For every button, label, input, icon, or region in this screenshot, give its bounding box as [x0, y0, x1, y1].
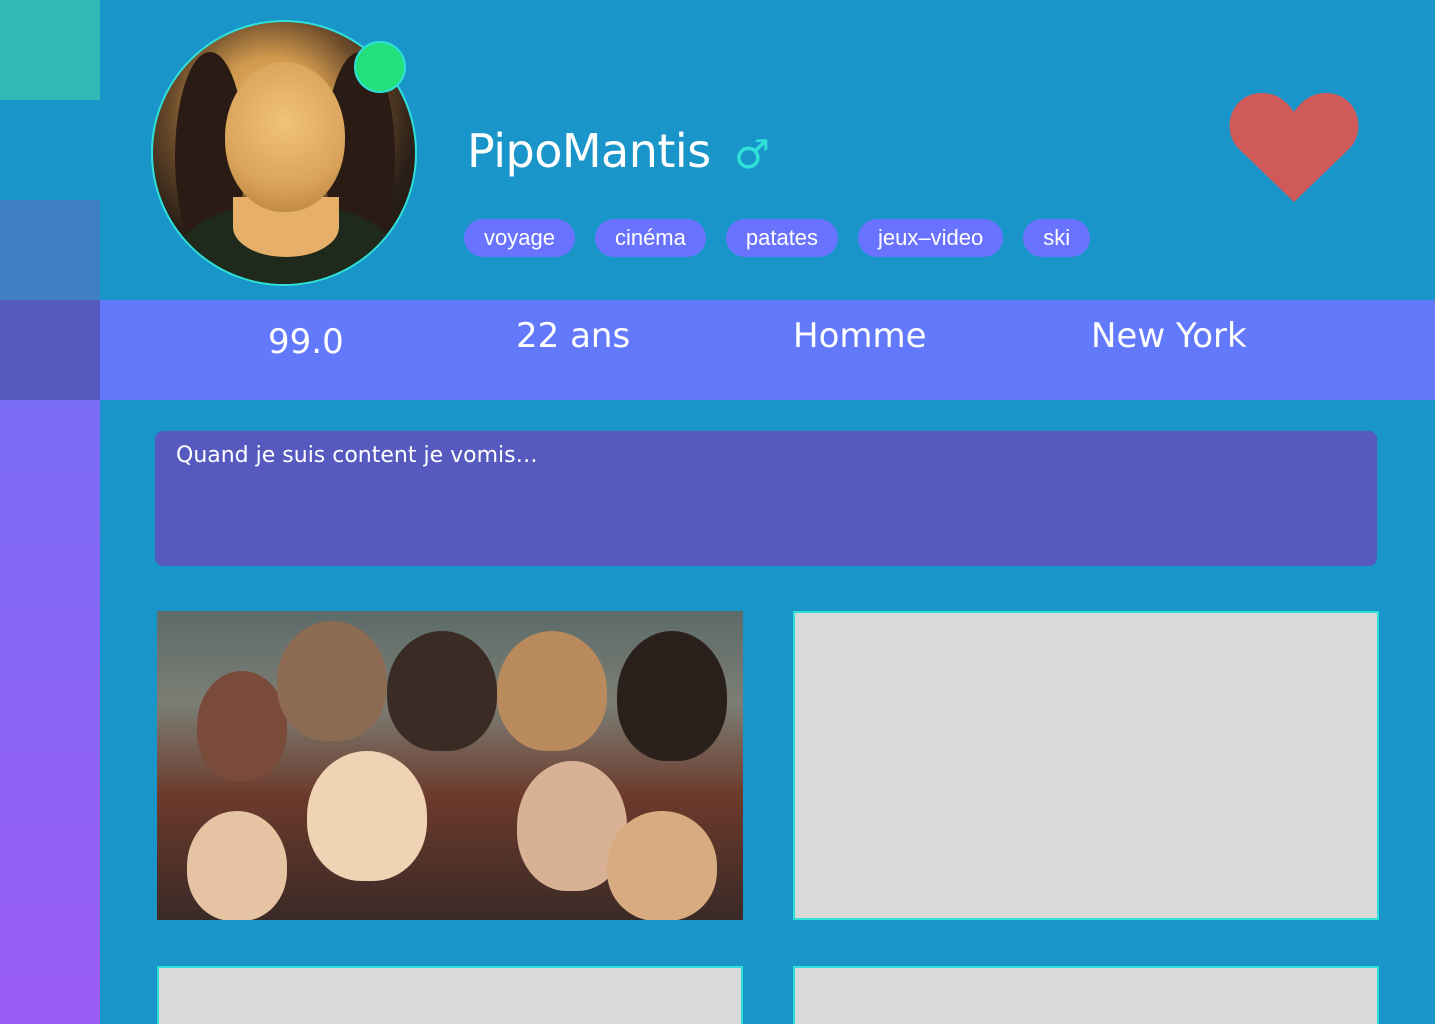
avatar-face — [225, 62, 345, 212]
tag[interactable]: ski — [1023, 219, 1091, 257]
avatar-container — [151, 20, 417, 286]
tag[interactable]: voyage — [464, 219, 575, 257]
gender-value: Homme — [793, 316, 927, 356]
stats-bar: 99.0 22 ans Homme New York — [100, 300, 1435, 400]
sidebar-block-1[interactable] — [0, 0, 100, 100]
tag[interactable]: cinéma — [594, 219, 706, 257]
username: PipoMantis — [467, 124, 711, 178]
heart-icon[interactable] — [1228, 90, 1360, 205]
city-value: New York — [1091, 316, 1247, 356]
profile-photo-1[interactable] — [157, 611, 743, 920]
sidebar-block-3[interactable] — [0, 200, 100, 300]
sidebar-block-2[interactable] — [0, 100, 100, 200]
age-value: 22 ans — [516, 316, 631, 356]
sidebar-gradient — [0, 400, 100, 1024]
tag-list: voyage cinéma patates jeux–video ski — [464, 219, 1091, 257]
bio-text: Quand je suis content je vomis… — [155, 431, 1377, 566]
photo-placeholder-3[interactable] — [157, 966, 743, 1024]
photo-placeholder-2[interactable] — [793, 611, 1379, 920]
sidebar — [0, 0, 100, 1024]
tag[interactable]: jeux–video — [858, 219, 1004, 257]
online-status-dot — [354, 41, 406, 93]
sidebar-block-4[interactable] — [0, 300, 100, 400]
tag[interactable]: patates — [725, 219, 839, 257]
male-icon: ♂ — [734, 132, 770, 178]
photo-placeholder-4[interactable] — [793, 966, 1379, 1024]
score-value: 99.0 — [268, 322, 344, 362]
